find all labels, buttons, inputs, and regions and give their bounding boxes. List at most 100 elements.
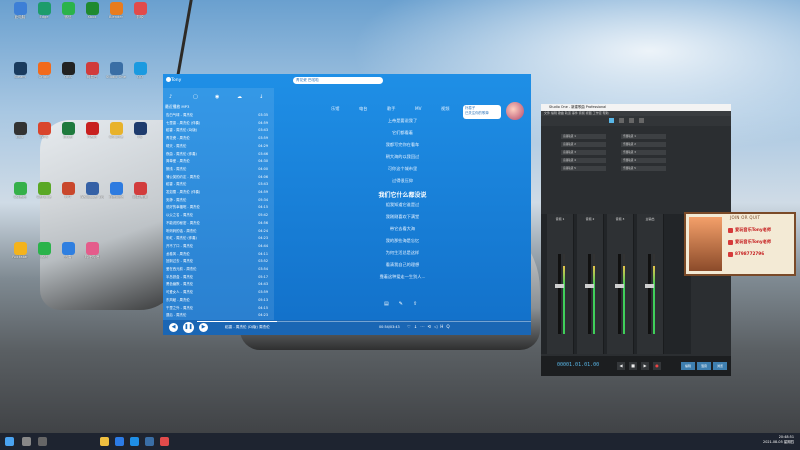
nav-tab[interactable]: 歌手 [387,106,395,112]
desktop-icon[interactable]: QQ [128,62,152,79]
desktop-icon[interactable]: 迅雷 [56,242,80,259]
song-row[interactable]: 搁浅 - 周杰伦 04:00 [166,166,270,172]
song-row[interactable]: 稻香 - 周杰伦 (DJ版) 03:43 [166,127,270,133]
daw-track[interactable]: 乐器轨道 4 [621,158,666,163]
nav-tab[interactable]: MV [415,106,421,111]
desktop-icon[interactable]: Origin [32,62,56,79]
record-button[interactable]: ● [653,362,661,370]
task-view-icon[interactable] [38,437,47,446]
fader-knob[interactable] [585,284,594,288]
desktop-icon[interactable]: PPT [56,182,80,199]
daw-track[interactable]: 音频轨道 1 [561,134,606,139]
next-button[interactable]: ▶ [199,323,208,332]
song-row[interactable]: 爱在西元前 - 周杰伦 03:54 [166,266,270,272]
song-row[interactable]: 半岛铁盒 - 周杰伦 05:17 [166,274,270,280]
edit-icon[interactable]: ✎ [399,301,413,307]
desktop-icon[interactable]: 哔哩哔哩 [80,242,104,259]
nav-tab[interactable]: 乐馆 [331,106,339,112]
song-row[interactable]: 退后 - 周杰伦 04:23 [166,312,270,318]
daw-track[interactable]: 音频轨道 3 [561,150,606,155]
daw-track[interactable]: 音频轨道 2 [561,142,606,147]
music-icon[interactable]: ♪ [169,94,172,100]
lyric-toggle-icon[interactable]: ▤ [384,301,399,307]
song-row[interactable]: 告白气球 - 周杰伦 03:35 [166,112,270,118]
download-icon[interactable]: ↓ [259,94,263,100]
desktop-icon[interactable]: Xbox [80,2,104,19]
desktop-icon[interactable]: 剪映 [128,2,152,19]
desktop-icon[interactable]: Wallpaper Engine [80,182,104,199]
fader-knob[interactable] [645,284,654,288]
desktop-icon[interactable]: GeForce [32,182,56,199]
desktop-icon[interactable]: 网易有道 [128,182,152,199]
eraser-tool-icon[interactable] [639,118,644,123]
desktop-icon[interactable]: Chrome [104,122,128,139]
song-row[interactable]: 发如雪 - 周杰伦 (伴奏) 04:59 [166,189,270,195]
song-row[interactable]: 龙卷风 - 周杰伦 04:11 [166,251,270,257]
desktop-icon[interactable]: QQ音乐 [8,182,32,199]
edge-icon[interactable] [115,437,124,446]
quality-badge[interactable]: HQ [440,324,452,329]
daw-track[interactable]: 乐器轨道 2 [621,142,666,147]
qqmusic-icon[interactable] [130,437,139,446]
song-row[interactable]: 以父之名 - 周杰伦 05:42 [166,212,270,218]
daw-track[interactable]: 音频轨道 5 [561,166,606,171]
daw-track[interactable]: 乐器轨道 3 [621,150,666,155]
user-name[interactable]: Tony [171,78,181,83]
song-row[interactable]: 东风破 - 周杰伦 05:13 [166,297,270,303]
mix-view-button[interactable]: 混音 [697,362,711,370]
desktop-icon[interactable]: 此电脑 [8,2,32,19]
desktop-icon[interactable]: 百度网盘 [104,182,128,199]
desktop-icon[interactable]: Blender [104,2,128,19]
split-tool-icon[interactable] [629,118,634,123]
desktop-icon[interactable]: Studio One [104,62,128,79]
song-row[interactable]: 黑色幽默 - 周杰伦 04:43 [166,281,270,287]
desktop-icon[interactable]: Excel [56,122,80,139]
song-row[interactable]: 夜曲 - 周杰伦 (伴奏) 03:46 [166,151,270,157]
desktop-icon[interactable]: WPS [32,122,56,139]
clock[interactable]: 20:48:51 2021-08-05 星期四 [763,435,794,445]
notification-bubble[interactable]: 朴蓁子 已关注你的歌单 [463,105,501,119]
desktop-icon[interactable]: Steam [8,62,32,79]
fader-knob[interactable] [555,284,564,288]
song-row[interactable]: 简单爱 - 周杰伦 04:30 [166,158,270,164]
desktop-icon[interactable]: Rockstar [8,242,32,259]
previous-button[interactable]: ◀ [169,323,178,332]
share-icon[interactable]: ⇪ [413,301,427,307]
daw-track[interactable]: 乐器轨道 5 [621,166,666,171]
pause-button[interactable]: ❚❚ [183,322,194,333]
desktop-icon[interactable]: 微信 [56,2,80,19]
progress-bar[interactable] [197,321,531,322]
desktop-icon[interactable]: 网易云 [80,62,104,79]
song-row[interactable]: 不能说的秘密 - 周杰伦 04:56 [166,220,270,226]
play-button[interactable]: ▶ [641,362,649,370]
nav-tab[interactable]: 视频 [441,106,449,112]
song-row[interactable]: 稻香 - 周杰伦 03:43 [166,181,270,187]
start-button[interactable] [5,437,14,446]
song-row[interactable]: 彩虹 - 周杰伦 (伴奏) 04:23 [166,235,270,241]
cloud-icon[interactable]: ☁ [237,94,242,100]
song-row[interactable]: 蒲公英的约定 - 周杰伦 04:06 [166,174,270,180]
search-input[interactable]: 青花瓷 巴啦啦 [293,77,383,84]
video-icon[interactable]: ▢ [193,94,198,100]
song-row[interactable]: 晴天 - 周杰伦 04:29 [166,143,270,149]
song-row[interactable]: 青花瓷 - 周杰伦 03:59 [166,135,270,141]
explorer-icon[interactable] [100,437,109,446]
song-row[interactable]: 听妈妈的话 - 周杰伦 04:24 [166,228,270,234]
desktop-icon[interactable]: Flash [80,122,104,139]
desktop-icon[interactable]: Epic [8,122,32,139]
desktop-icon[interactable]: OBS [56,62,80,79]
arrow-tool-icon[interactable] [609,118,614,123]
song-row[interactable]: 七里香 - 周杰伦 (伴奏) 04:59 [166,120,270,126]
browse-view-button[interactable]: 浏览 [713,362,727,370]
daw-track[interactable]: 音频轨道 4 [561,158,606,163]
song-row[interactable]: 回到过去 - 周杰伦 03:52 [166,258,270,264]
studio-icon[interactable] [145,437,154,446]
song-row[interactable]: 千里之外 - 周杰伦 04:15 [166,305,270,311]
heart-icon[interactable]: ♡ [407,324,414,329]
song-row[interactable]: 安静 - 周杰伦 05:34 [166,197,270,203]
fader-knob[interactable] [615,284,624,288]
range-tool-icon[interactable] [619,118,624,123]
radio-icon[interactable]: ◉ [215,94,219,100]
song-row[interactable]: 可爱女人 - 周杰伦 03:59 [166,289,270,295]
desktop-icon[interactable]: PS [128,122,152,139]
